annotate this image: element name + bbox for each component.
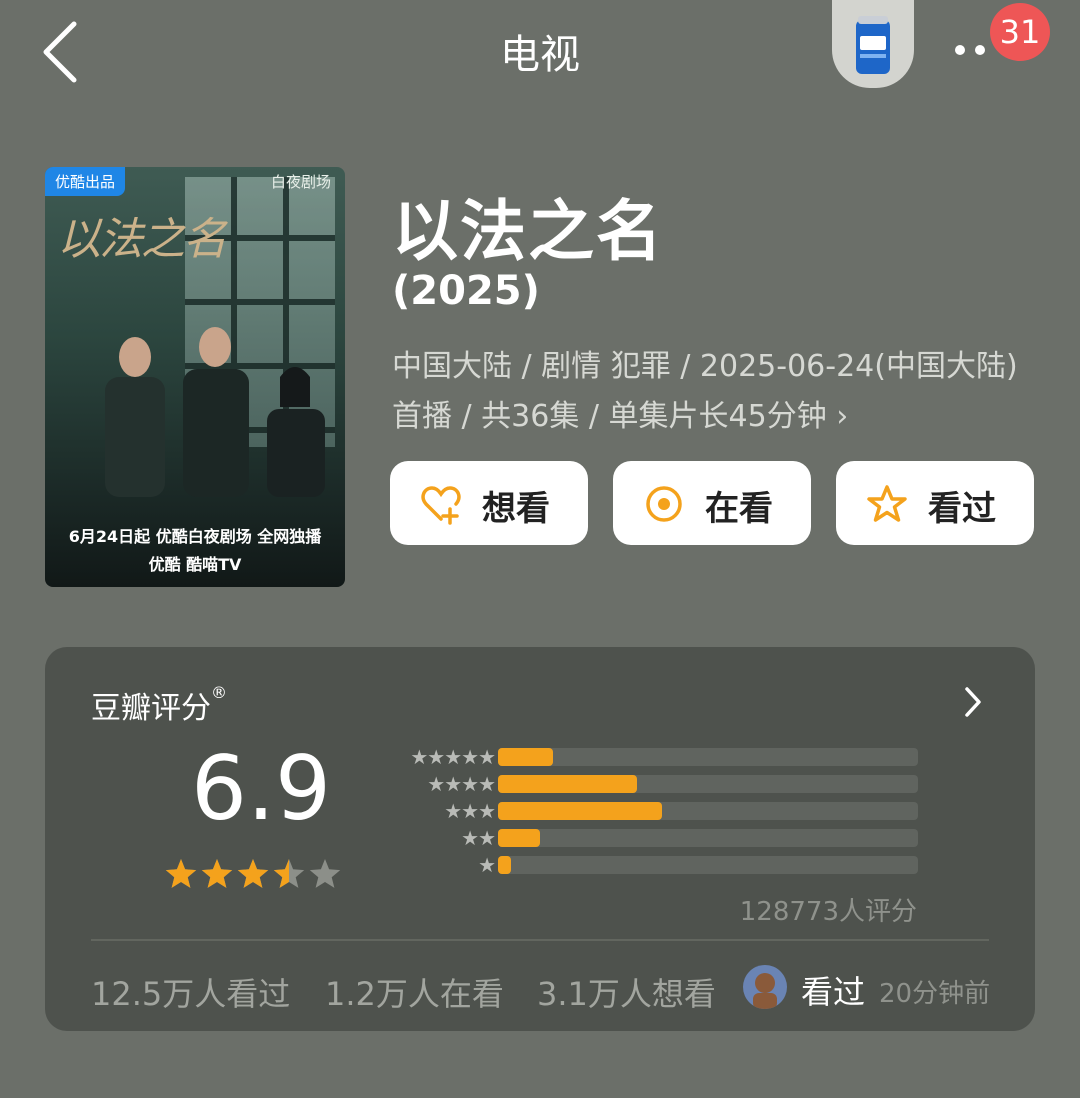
score-stars-icon bbox=[165, 859, 341, 888]
rating-bar-fill bbox=[498, 856, 511, 874]
registered-mark: ® bbox=[211, 683, 227, 702]
divider bbox=[91, 939, 989, 941]
rating-count: 128773人评分 bbox=[739, 897, 917, 927]
rating-row: ★★★ bbox=[375, 801, 935, 821]
rating-bar-fill bbox=[498, 748, 553, 766]
top-bar: 电视 31 bbox=[0, 0, 1080, 110]
rating-bar-fill bbox=[498, 802, 662, 820]
watching-button[interactable]: 在看 bbox=[613, 461, 811, 545]
avatar-icon bbox=[753, 973, 777, 1009]
rating-bar-track bbox=[498, 775, 918, 793]
friend-status: 看过 bbox=[801, 973, 866, 1011]
watching-stat[interactable]: 1.2万人在看 bbox=[325, 969, 504, 1015]
rating-row: ★★★★★ bbox=[375, 747, 935, 767]
row-stars-label: ★★★ bbox=[444, 799, 496, 823]
rating-row: ★ bbox=[375, 855, 935, 875]
poster-image[interactable]: 优酷出品 白夜剧场 以法之名 6月24日起 优酷白夜剧场 全网独播 优酷 酷喵T… bbox=[45, 167, 345, 587]
poster-title-art: 以法之名 bbox=[57, 214, 227, 265]
want-button[interactable]: 想看 bbox=[390, 461, 588, 545]
watched-button[interactable]: 看过 bbox=[836, 461, 1034, 545]
score-star-filled bbox=[237, 859, 269, 888]
row-stars-label: ★★ bbox=[461, 826, 496, 850]
friend-avatar[interactable] bbox=[743, 965, 787, 1009]
show-title: 以法之名 bbox=[392, 193, 664, 270]
rating-bar-track bbox=[498, 748, 918, 766]
watched-stat[interactable]: 12.5万人看过 bbox=[91, 969, 290, 1015]
heart-plus-icon bbox=[421, 486, 461, 525]
show-meta[interactable]: 中国大陆 / 剧情 犯罪 / 2025-06-24(中国大陆)首播 / 共36集… bbox=[392, 342, 1032, 442]
row-stars-label: ★ bbox=[478, 853, 496, 877]
rating-bar-track bbox=[498, 829, 918, 847]
rating-row: ★★★★ bbox=[375, 774, 935, 794]
beer-mascot[interactable] bbox=[832, 0, 914, 88]
rating-card[interactable]: 豆瓣评分® 6.9 ★★★★★ ★★★★ ★★★ ★★ ★ 128773人评分 12.5… bbox=[45, 647, 1035, 1031]
target-icon bbox=[646, 486, 682, 522]
rating-bar-track bbox=[498, 856, 918, 874]
chevron-right-icon[interactable] bbox=[961, 685, 985, 719]
rating-bar-track bbox=[498, 802, 918, 820]
row-stars-label: ★★★★★ bbox=[410, 745, 496, 769]
beer-can-icon bbox=[856, 16, 890, 74]
poster-figures bbox=[105, 327, 325, 497]
watched-label: 看过 bbox=[928, 489, 996, 529]
show-year: (2025) bbox=[392, 268, 540, 314]
rating-title: 豆瓣评分® bbox=[91, 683, 227, 727]
rating-bar-fill bbox=[498, 829, 540, 847]
notification-badge: 31 bbox=[990, 3, 1050, 61]
want-label: 想看 bbox=[482, 489, 550, 529]
poster-platform-line: 优酷 酷喵TV bbox=[148, 555, 242, 574]
score-star-filled bbox=[201, 859, 233, 888]
score-star bbox=[309, 859, 341, 888]
rating-title-text: 豆瓣评分 bbox=[91, 691, 211, 726]
poster-date-line: 6月24日起 优酷白夜剧场 全网独播 bbox=[68, 527, 322, 546]
friend-time: 20分钟前 bbox=[879, 979, 991, 1009]
poster-brand: 白夜剧场 bbox=[270, 173, 331, 191]
rating-row: ★★ bbox=[375, 828, 935, 848]
poster-tag: 优酷出品 bbox=[45, 167, 126, 196]
star-outline-icon bbox=[867, 485, 907, 522]
page-title: 电视 bbox=[500, 32, 580, 78]
want-stat[interactable]: 3.1万人想看 bbox=[537, 969, 716, 1015]
rating-bar-fill bbox=[498, 775, 637, 793]
score-star-filled bbox=[165, 859, 197, 888]
rating-score: 6.9 bbox=[191, 737, 331, 840]
row-stars-label: ★★★★ bbox=[427, 772, 496, 796]
watching-label: 在看 bbox=[705, 489, 773, 529]
